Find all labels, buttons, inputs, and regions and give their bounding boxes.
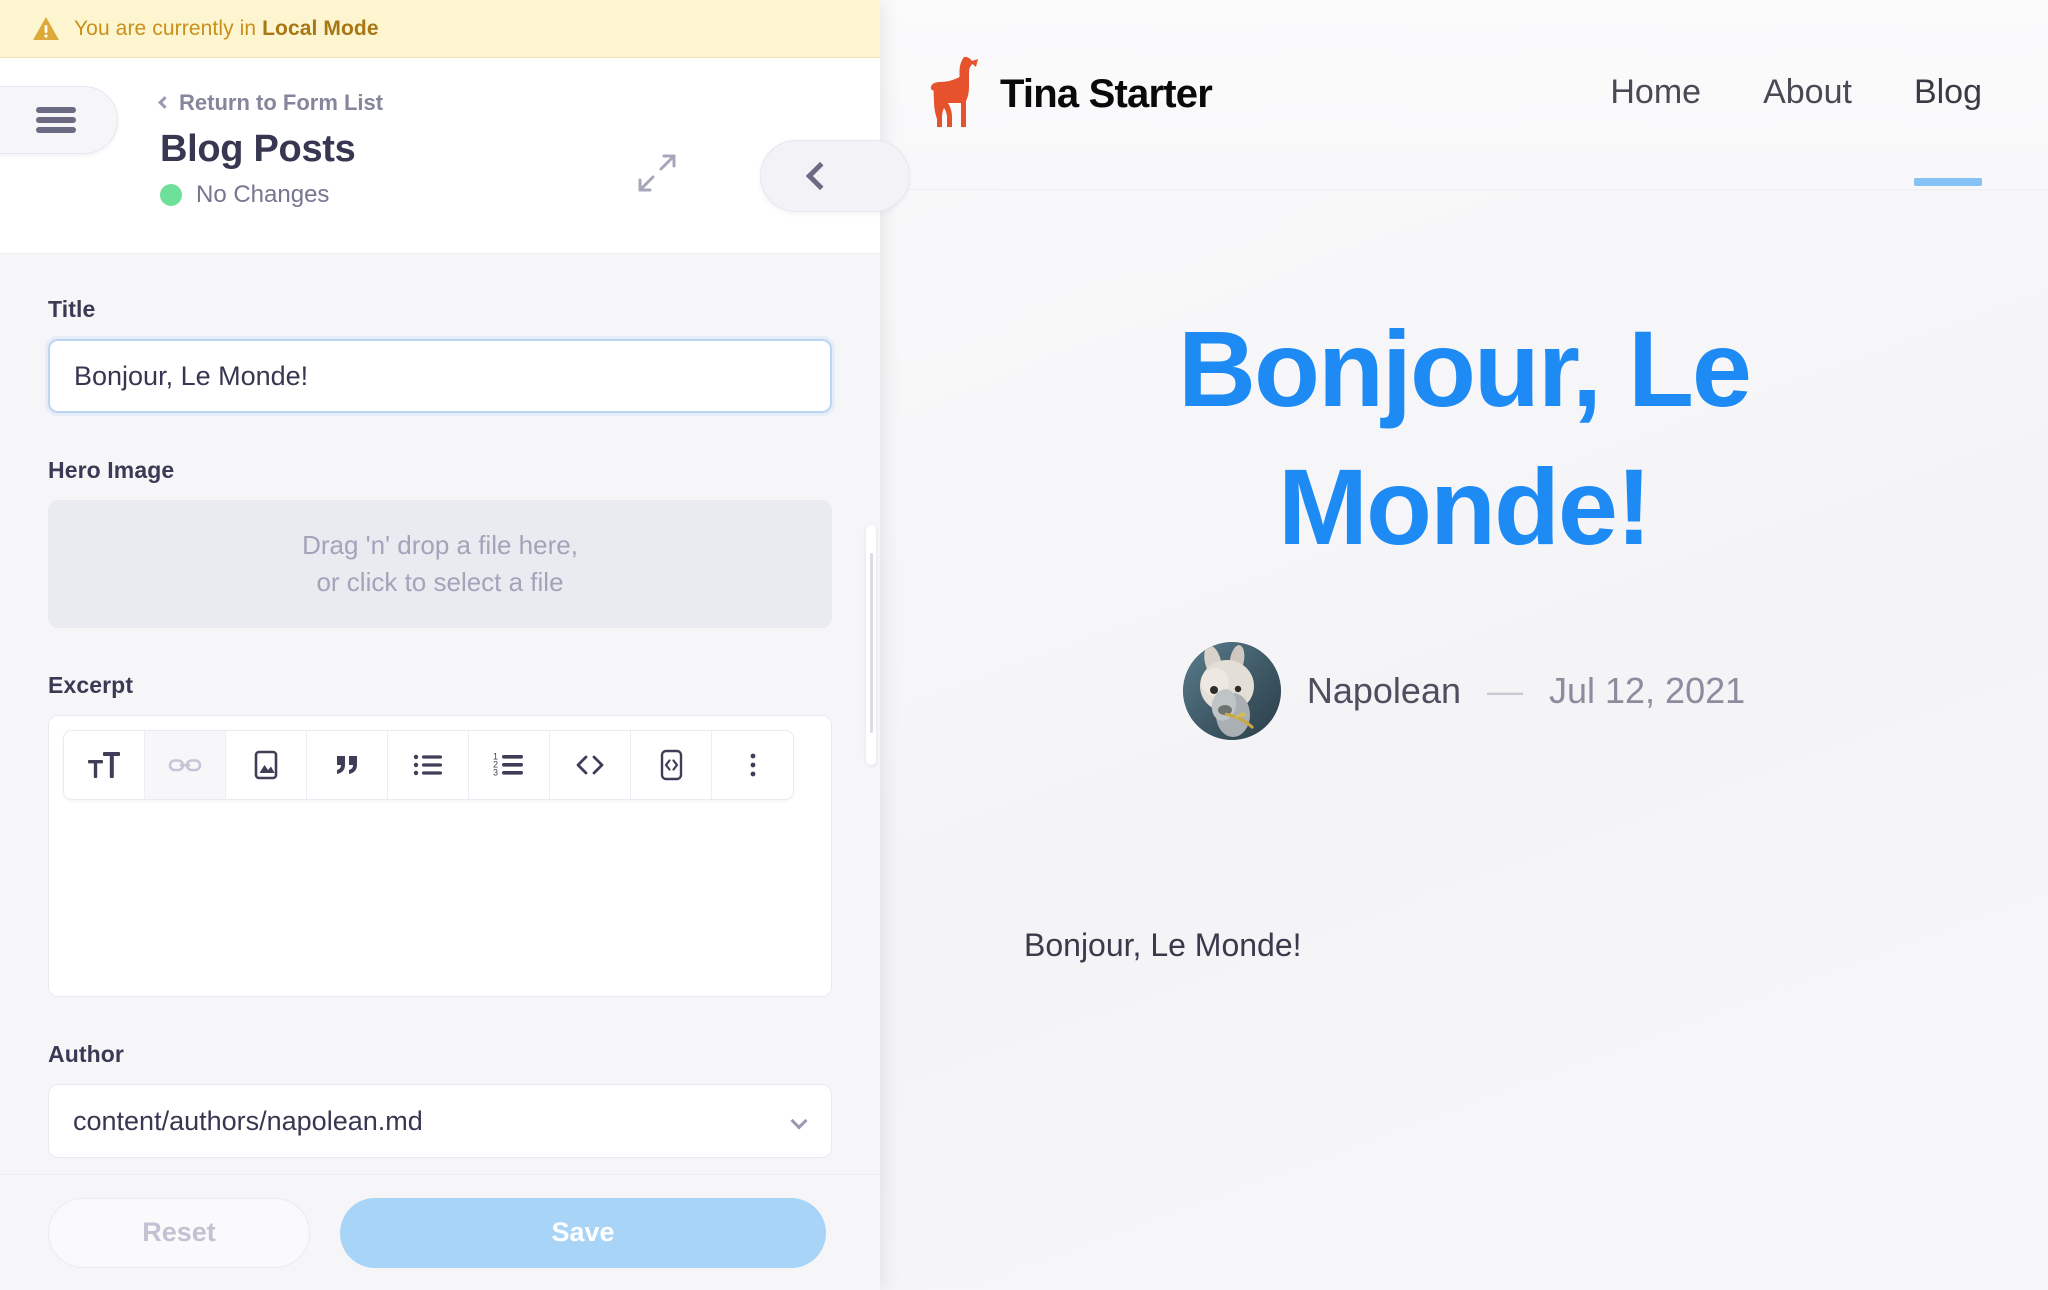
field-label-title: Title (48, 296, 96, 322)
local-mode-strong: Local Mode (262, 16, 379, 40)
chevron-down-icon (790, 1112, 808, 1130)
byline-separator: — (1486, 670, 1523, 712)
dropzone-line-1: Drag 'n' drop a file here, (302, 530, 578, 560)
hamburger-icon[interactable] (0, 86, 118, 154)
local-mode-prefix: You are currently in (74, 16, 263, 40)
nav-active-underline (1913, 178, 1982, 186)
article-author: Napolean (1306, 670, 1461, 712)
return-link-label: Return to Form List (179, 90, 384, 115)
title-input[interactable] (48, 339, 832, 413)
field-title: Title (48, 296, 832, 413)
sidebar-header-main: Return to Form List Blog Posts No Change… (0, 84, 880, 209)
warning-triangle-icon (32, 16, 60, 42)
save-button[interactable]: Save (340, 1197, 826, 1268)
chevron-left-icon (158, 96, 171, 109)
return-to-form-list-link[interactable]: Return to Form List (158, 90, 384, 116)
numbered-list-icon[interactable]: 1 2 3 (469, 731, 550, 799)
nav-link-blog[interactable]: Blog (1913, 73, 1982, 186)
article-title: Bonjour, Le Monde! (1178, 308, 1752, 568)
excerpt-editor: 1 2 3 (48, 715, 832, 997)
sidebar-scrollbar[interactable] (866, 525, 876, 765)
bullet-list-icon[interactable] (388, 731, 469, 799)
link-icon[interactable] (145, 731, 226, 799)
sidebar-form: Title Hero Image Drag 'n' drop a file he… (0, 254, 880, 1290)
site-nav: Home About Blog (1610, 73, 1982, 186)
dropzone-line-2: or click to select a file (316, 567, 564, 597)
field-label-excerpt: Excerpt (48, 672, 134, 698)
quote-icon[interactable] (307, 731, 388, 799)
nav-link-about[interactable]: About (1763, 73, 1852, 116)
status-dot-icon (160, 184, 182, 206)
code-icon[interactable] (550, 731, 631, 799)
reset-button[interactable]: Reset (48, 1197, 310, 1268)
nav-link-blog-label: Blog (1913, 73, 1982, 111)
site-header: Tina Starter Home About Blog (880, 0, 2048, 190)
excerpt-toolbar: 1 2 3 (63, 730, 794, 800)
more-vertical-icon[interactable] (712, 731, 793, 799)
text-size-icon[interactable] (64, 731, 145, 799)
local-mode-banner: You are currently in Local Mode (0, 0, 880, 58)
code-block-icon[interactable] (631, 731, 712, 799)
field-label-hero-image: Hero Image (48, 457, 175, 483)
author-select-value: content/authors/napolean.md (73, 1105, 423, 1136)
brand-link[interactable]: Tina Starter (928, 55, 1213, 134)
excerpt-textarea[interactable] (63, 800, 817, 980)
expand-arrows-icon[interactable] (634, 150, 680, 196)
article-date: Jul 12, 2021 (1548, 670, 1746, 712)
brand-name: Tina Starter (1000, 72, 1213, 116)
llama-photo-avatar (1182, 642, 1281, 741)
site-preview: Tina Starter Home About Blog Bonjour, Le… (880, 0, 2048, 1290)
field-hero-image: Hero Image Drag 'n' drop a file here, or… (48, 457, 832, 628)
hero-image-dropzone[interactable]: Drag 'n' drop a file here, or click to s… (48, 500, 832, 628)
status-label: No Changes (196, 181, 330, 208)
chevron-left-icon (805, 161, 835, 191)
tina-sidebar: You are currently in Local Mode Return t… (0, 0, 910, 1290)
field-author: Author content/authors/napolean.md (48, 1041, 832, 1158)
collapse-sidebar-button[interactable] (760, 140, 910, 212)
sidebar-header: Return to Form List Blog Posts No Change… (0, 58, 910, 254)
app-root: You are currently in Local Mode Return t… (0, 0, 2048, 1290)
article-byline: Napolean — Jul 12, 2021 (976, 642, 1952, 741)
nav-link-home[interactable]: Home (1610, 73, 1701, 116)
svg-text:3: 3 (493, 768, 498, 778)
article: Bonjour, Le Monde! Napolean — Jul 12, 20… (880, 190, 2048, 972)
local-mode-text: You are currently in Local Mode (74, 17, 379, 41)
image-icon[interactable] (226, 731, 307, 799)
article-body: Bonjour, Le Monde! (1024, 927, 1302, 964)
field-label-author: Author (48, 1041, 124, 1067)
sidebar-footer: Reset Save (0, 1174, 880, 1290)
author-select[interactable]: content/authors/napolean.md (48, 1084, 832, 1158)
llama-logo-icon (928, 55, 984, 134)
field-excerpt: Excerpt 1 2 3 (48, 672, 832, 997)
